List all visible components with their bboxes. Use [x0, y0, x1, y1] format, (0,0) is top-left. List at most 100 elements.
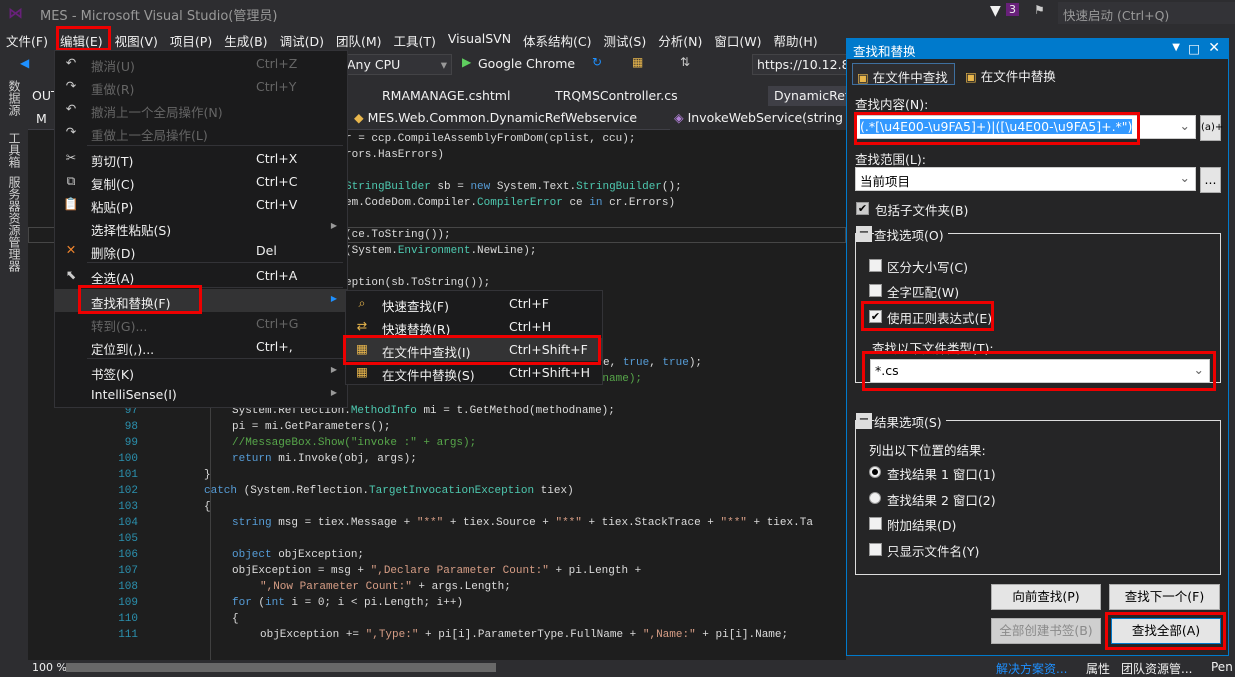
sidebar-tab[interactable]: 工具箱 [6, 132, 23, 168]
browse-button[interactable]: ... [1200, 167, 1221, 193]
menu-item[interactable]: 分析(N) [652, 28, 708, 50]
maximize-icon[interactable]: □ [1188, 41, 1200, 56]
menu-item[interactable]: 生成(B) [218, 28, 273, 50]
edit-menu-item[interactable]: ⧉ 复制(C) Ctrl+C [55, 170, 347, 193]
edit-menu-item[interactable]: 定位到(,)... Ctrl+, [55, 335, 347, 358]
submenu-item[interactable]: ⌕ 快速查找(F) Ctrl+F [346, 292, 602, 315]
use-regex-checkbox[interactable]: ✔ [869, 310, 882, 323]
result1-radio[interactable] [869, 466, 881, 478]
edit-menu-item[interactable]: ✕ 删除(D) Del [55, 239, 347, 262]
chevron-down-icon[interactable]: ⌄ [1194, 362, 1204, 377]
code-token: ce [562, 197, 590, 209]
code-token: tiex) [534, 485, 574, 497]
url-combo[interactable]: https://10.12.8.2 [752, 54, 861, 75]
submenu-arrow-icon: ▶ [330, 221, 337, 230]
menu-item[interactable]: 调试(D) [274, 28, 330, 50]
edit-menu-item[interactable]: ↷ 重做(R) Ctrl+Y [55, 75, 347, 98]
menu-item[interactable]: 项目(P) [164, 28, 218, 50]
code-token: { [232, 613, 239, 625]
tab-properties[interactable]: 属性 [1086, 660, 1110, 677]
edit-menu-item[interactable]: ✂ 剪切(T) Ctrl+X [55, 147, 347, 170]
match-case-checkbox[interactable] [869, 259, 882, 272]
bookmark-all-button[interactable]: 全部创建书签(B) [991, 618, 1101, 644]
code-token: catch [204, 485, 238, 497]
edit-menu-item[interactable]: ⬉ 全选(A) Ctrl+A [55, 264, 347, 287]
code-token: int [265, 597, 285, 609]
feedback-icon[interactable]: ⚑ [1034, 3, 1045, 17]
tool-icon[interactable]: ⇅ [680, 55, 690, 69]
code-token: objException; [271, 549, 365, 561]
method-icon: ◈ [674, 110, 688, 125]
refresh-icon[interactable]: ↻ [592, 55, 602, 69]
tab-trqmscontroller[interactable]: TRQMSController.cs [555, 88, 678, 103]
tab-replace-in-files[interactable]: ▣ 在文件中替换 [965, 66, 1056, 85]
menu-item[interactable]: 团队(M) [330, 28, 388, 50]
menu-item[interactable]: 体系结构(C) [517, 28, 597, 50]
edit-menu-item[interactable]: 查找和替换(F) ▶ [55, 289, 347, 312]
start-icon[interactable]: ▶ [462, 55, 471, 69]
tab-team-explorer[interactable]: 团队资源管... [1121, 660, 1192, 677]
submenu-item[interactable]: ⇄ 快速替换(R) Ctrl+H [346, 315, 602, 338]
dialog-title-bar[interactable]: 查找和替换 ▼ □ ✕ [847, 39, 1228, 59]
edit-menu-item[interactable]: 选择性粘贴(S) ▶ [55, 216, 347, 239]
look-in-select[interactable]: 当前项目 ⌄ [855, 167, 1196, 191]
edit-menu-item[interactable]: ↷ 重做上一全局操作(L) [55, 121, 347, 144]
file-types-select[interactable]: *.cs ⌄ [870, 359, 1210, 383]
edit-menu-item[interactable]: 转到(G)... Ctrl+G [55, 312, 347, 335]
edit-menu-item[interactable]: 书签(K) ▶ [55, 360, 347, 383]
menu-item[interactable]: VisualSVN [442, 28, 517, 50]
tab-find-in-files[interactable]: ▣ 在文件中查找 [852, 63, 955, 85]
tab-pending[interactable]: Pen [1211, 660, 1233, 674]
menu-item[interactable]: 编辑(E) [54, 28, 109, 50]
chevron-down-icon[interactable]: ⌄ [1180, 118, 1190, 133]
find-previous-button[interactable]: 向前查找(P) [991, 584, 1101, 610]
menu-item[interactable]: 文件(F) [0, 28, 54, 50]
menu-item[interactable]: 视图(V) [109, 28, 164, 50]
notification-badge[interactable]: 3 [1006, 3, 1019, 16]
close-icon[interactable]: ✕ [1208, 40, 1220, 56]
quick-launch-input[interactable]: 快速启动 (Ctrl+Q) [1058, 2, 1235, 24]
project-dropdown[interactable]: M [36, 111, 47, 126]
include-subfolders-checkbox[interactable]: ✔ [856, 202, 869, 215]
find-next-button[interactable]: 查找下一个(F) [1109, 584, 1220, 610]
chevron-down-icon[interactable]: ⌄ [1180, 170, 1190, 185]
find-what-input[interactable]: (.*[\u4E00-\u9FA5]+)|([\u4E00-\u9FA5]+.*… [855, 115, 1196, 139]
zoom-level[interactable]: 100 % [32, 661, 67, 674]
edit-menu-item[interactable]: IntelliSense(I) ▶ [55, 383, 347, 406]
filter-icon[interactable]: ▼ [990, 3, 1001, 19]
submenu-item[interactable]: ▦ 在文件中替换(S) Ctrl+Shift+H [346, 361, 602, 384]
filenames-only-checkbox[interactable] [869, 543, 882, 556]
line-number: 111 [118, 629, 138, 641]
collapse-find-options-button[interactable]: − [856, 226, 872, 242]
replace-in-files-icon: ▦ [356, 364, 368, 379]
edit-menu-item[interactable]: ↶ 撤消上一个全局操作(N) [55, 98, 347, 121]
collapse-result-options-button[interactable]: − [856, 413, 872, 429]
platform-combo[interactable]: Any CPU ▾ [342, 54, 452, 75]
code-token: TargetInvocationException [369, 485, 535, 497]
menu-item[interactable]: 测试(S) [598, 28, 653, 50]
regex-builder-button[interactable]: (a)+ [1200, 115, 1223, 141]
code-line: { [232, 611, 239, 627]
back-icon[interactable]: ◀ [20, 56, 29, 70]
horizontal-scrollbar[interactable] [66, 663, 496, 672]
submenu-item[interactable]: ▦ 在文件中查找(I) Ctrl+Shift+F [346, 338, 602, 361]
edit-menu-item[interactable]: ↶ 撤消(U) Ctrl+Z [55, 52, 347, 75]
result2-radio[interactable] [869, 492, 881, 504]
tab-rmamanage[interactable]: RMAMANAGE.cshtml [382, 88, 510, 103]
menu-item[interactable]: 工具(T) [388, 28, 442, 50]
code-token: string [232, 517, 272, 529]
find-all-button[interactable]: 查找全部(A) [1111, 618, 1221, 644]
browser-select[interactable]: Google Chrome [478, 56, 575, 71]
code-token: StringBuilder [345, 181, 431, 193]
tab-solution-explorer[interactable]: 解决方案资... [996, 660, 1067, 677]
sidebar-tab[interactable]: 服务器资源管理器 [6, 176, 23, 272]
menu-item[interactable]: 窗口(W) [708, 28, 767, 50]
append-results-checkbox[interactable] [869, 517, 882, 530]
dropdown-icon[interactable]: ▼ [1172, 42, 1180, 53]
menu-item[interactable]: 帮助(H) [767, 28, 823, 50]
sidebar-tab[interactable]: 数据源 [6, 80, 23, 116]
class-dropdown[interactable]: ◆ MES.Web.Common.DynamicRefWebservice [350, 108, 666, 127]
edit-menu-item[interactable]: 📋 粘贴(P) Ctrl+V [55, 193, 347, 216]
whole-word-checkbox[interactable] [869, 284, 882, 297]
find-files-icon[interactable]: ▦ [632, 55, 643, 69]
